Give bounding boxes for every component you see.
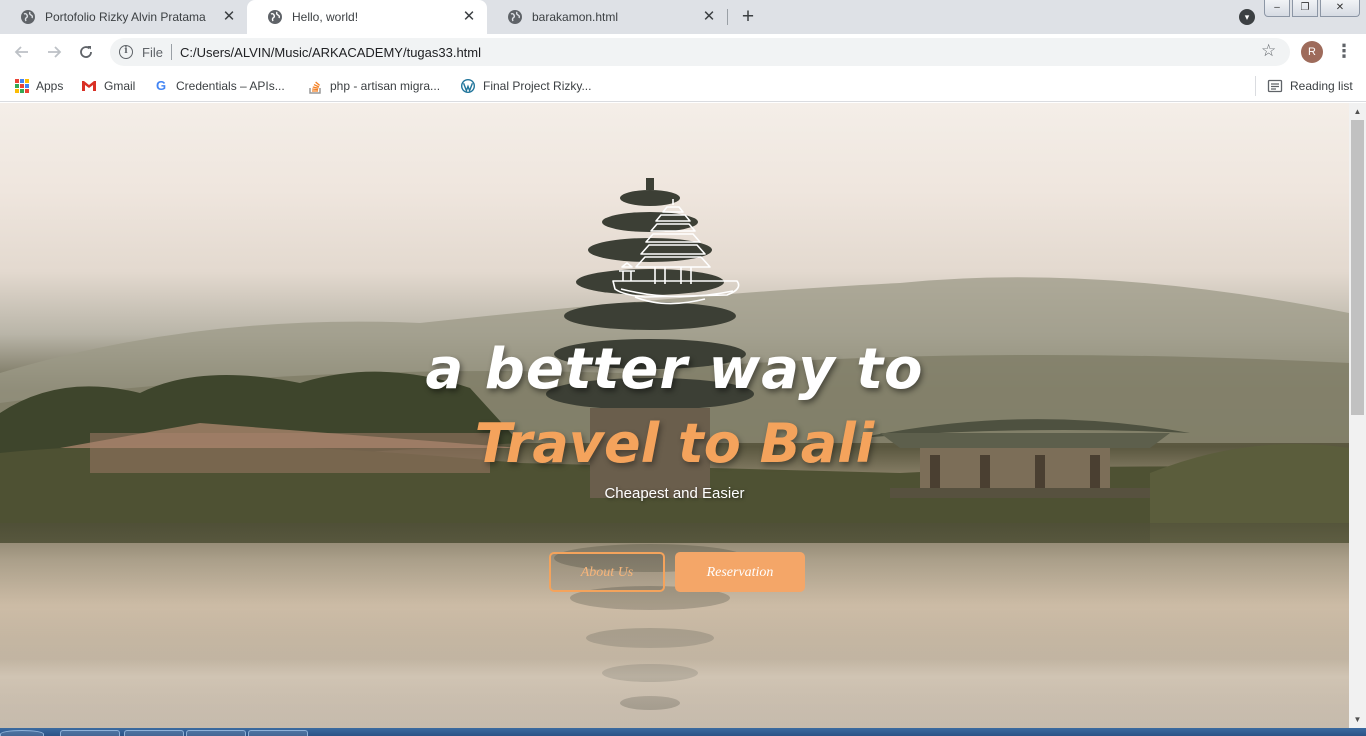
tab-title: barakamon.html	[532, 10, 619, 24]
globe-icon	[21, 10, 35, 24]
address-bar[interactable]: i File C:/Users/ALVIN/Music/ARKACADEMY/t…	[110, 38, 1290, 66]
url-text[interactable]: C:/Users/ALVIN/Music/ARKACADEMY/tugas33.…	[180, 45, 481, 60]
reservation-button[interactable]: Reservation	[675, 552, 805, 592]
scheme-label: File	[142, 45, 163, 60]
hero-headline-accent: Travel to Bali	[474, 412, 875, 475]
wordpress-icon	[461, 79, 475, 93]
about-us-button[interactable]: About Us	[549, 552, 665, 592]
reading-list-label: Reading list	[1290, 79, 1353, 93]
reading-list-button[interactable]: Reading list	[1267, 77, 1353, 95]
tab-strip: Portofolio Rizky Alvin Pratama ✕ Hello, …	[0, 0, 1366, 34]
back-button[interactable]	[10, 40, 34, 64]
window-controls: – ❐ ✕	[1264, 0, 1360, 17]
stackoverflow-icon	[309, 81, 321, 94]
bookmark-gmail[interactable]: Gmail	[81, 77, 135, 95]
scroll-thumb[interactable]	[1351, 120, 1364, 415]
apps-grid-icon	[15, 79, 29, 93]
bookmark-star-icon[interactable]: ☆	[1261, 42, 1276, 60]
bookmarks-bar: Apps Gmail G Credentials – APIs... php -…	[0, 70, 1366, 102]
hero-section: a better way to Travel to Bali Cheapest …	[0, 103, 1349, 728]
kebab-menu-icon[interactable]: ⋮	[1335, 40, 1353, 64]
hero-tagline: Cheapest and Easier	[604, 485, 745, 502]
forward-button[interactable]	[42, 40, 66, 64]
hero-headline: a better way to	[425, 337, 924, 402]
new-tab-button[interactable]: +	[737, 6, 759, 28]
globe-icon	[268, 10, 282, 24]
globe-icon	[508, 10, 522, 24]
scroll-down-arrow-icon[interactable]: ▼	[1349, 711, 1366, 728]
info-icon[interactable]: i	[119, 45, 133, 59]
temple-logo-icon	[612, 199, 740, 305]
reload-icon	[80, 46, 92, 58]
close-icon[interactable]: ✕	[221, 9, 237, 25]
os-taskbar	[0, 728, 1366, 736]
bookmark-final-project[interactable]: Final Project Rizky...	[460, 77, 591, 95]
scroll-up-arrow-icon[interactable]: ▲	[1349, 103, 1366, 120]
tab-title: Hello, world!	[292, 10, 359, 24]
arrow-right-icon	[48, 46, 62, 58]
tab-title: Portofolio Rizky Alvin Pratama	[45, 10, 206, 24]
window-close-button[interactable]: ✕	[1320, 0, 1360, 17]
tab-search-icon[interactable]: ▾	[1239, 9, 1255, 25]
bookmark-label: Gmail	[104, 79, 136, 93]
page-scrollbar[interactable]: ▲ ▼	[1349, 103, 1366, 728]
browser-toolbar: i File C:/Users/ALVIN/Music/ARKACADEMY/t…	[0, 34, 1366, 70]
gmail-icon	[82, 81, 96, 91]
start-button[interactable]	[0, 730, 44, 736]
taskbar-item[interactable]	[186, 730, 246, 736]
lake-reflection	[0, 523, 1349, 728]
tab-barakamon[interactable]: barakamon.html ✕	[487, 0, 727, 34]
reading-list-icon	[1267, 79, 1283, 93]
bookmark-php-artisan[interactable]: php - artisan migra...	[307, 77, 440, 95]
minimize-button[interactable]: –	[1264, 0, 1290, 17]
bookmark-label: Credentials – APIs...	[176, 79, 285, 93]
taskbar-item[interactable]	[248, 730, 308, 736]
profile-avatar[interactable]: R	[1301, 41, 1323, 63]
bookmark-label: Apps	[36, 79, 64, 93]
tab-separator	[727, 9, 728, 25]
google-icon: G	[155, 78, 167, 93]
restore-button[interactable]: ❐	[1292, 0, 1318, 17]
reload-button[interactable]	[74, 40, 98, 64]
tab-hello-world[interactable]: Hello, world! ✕	[247, 0, 487, 34]
tab-portfolio[interactable]: Portofolio Rizky Alvin Pratama ✕	[0, 0, 247, 34]
close-icon[interactable]: ✕	[701, 9, 717, 25]
bookmark-credentials[interactable]: G Credentials – APIs...	[153, 77, 285, 95]
bookmark-label: php - artisan migra...	[330, 79, 441, 93]
taskbar-item[interactable]	[124, 730, 184, 736]
bookmark-label: Final Project Rizky...	[483, 79, 592, 93]
bookmark-apps[interactable]: Apps	[15, 77, 63, 95]
bookmarks-separator	[1255, 76, 1256, 96]
taskbar-item[interactable]	[60, 730, 120, 736]
address-separator	[171, 44, 172, 60]
close-icon[interactable]: ✕	[461, 9, 477, 25]
arrow-left-icon	[14, 46, 28, 58]
